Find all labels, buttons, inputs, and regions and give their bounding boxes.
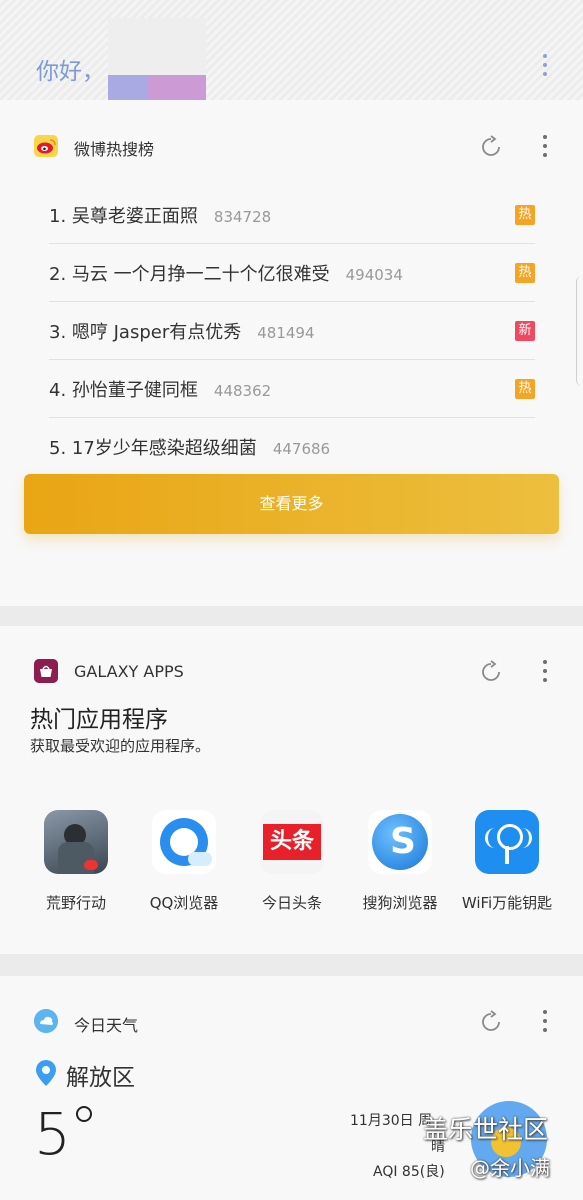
degree-symbol bbox=[76, 1106, 92, 1122]
weather-refresh-icon[interactable] bbox=[478, 1009, 504, 1035]
hot-search-count: 834728 bbox=[213, 208, 272, 226]
weibo-more-menu-icon[interactable] bbox=[541, 135, 549, 161]
popular-apps-subheading: 获取最受欢迎的应用程序。 bbox=[30, 737, 211, 755]
weather-logo-icon bbox=[34, 1009, 58, 1033]
location-pin-icon bbox=[36, 1060, 56, 1086]
hot-badge: 热 bbox=[515, 263, 535, 283]
app-sogou-browser[interactable]: S 搜狗浏览器 bbox=[350, 810, 450, 913]
temperature-value: 5 bbox=[34, 1100, 71, 1168]
new-badge: 新 bbox=[515, 321, 535, 341]
app-toutiao[interactable]: 头条 今日头条 bbox=[242, 810, 342, 913]
app-qq-browser[interactable]: QQ浏览器 bbox=[134, 810, 234, 913]
hot-search-item-3[interactable]: 3. 嗯哼 Jasper有点优秀 481494 新 bbox=[49, 301, 535, 360]
location-name[interactable]: 解放区 bbox=[66, 1058, 135, 1092]
header-more-menu-icon[interactable] bbox=[541, 54, 549, 80]
qq-browser-icon bbox=[152, 810, 216, 874]
galaxy-apps-logo-icon bbox=[34, 659, 58, 683]
hot-search-count: 447686 bbox=[272, 440, 331, 458]
hot-search-count: 481494 bbox=[257, 324, 315, 342]
galaxy-apps-refresh-icon[interactable] bbox=[478, 659, 504, 685]
app-knives-out[interactable]: 荒野行动 bbox=[26, 810, 126, 913]
knives-out-game-icon bbox=[44, 810, 108, 874]
toutiao-icon: 头条 bbox=[260, 810, 324, 874]
hot-badge: 热 bbox=[515, 379, 535, 399]
weather-card-title: 今日天气 bbox=[74, 1016, 139, 1035]
galaxy-apps-more-menu-icon[interactable] bbox=[541, 660, 549, 686]
weibo-logo-icon bbox=[34, 135, 58, 157]
greeting-text: 你好， bbox=[36, 59, 105, 85]
sogou-browser-icon: S bbox=[368, 810, 432, 874]
popular-apps-heading: 热门应用程序 bbox=[30, 707, 168, 733]
hot-badge: 热 bbox=[515, 205, 535, 225]
hot-search-count: 448362 bbox=[213, 382, 272, 400]
app-wifi-master-key[interactable]: WiFi万能钥匙 bbox=[457, 810, 557, 913]
see-more-button[interactable]: 查看更多 bbox=[24, 474, 559, 534]
hot-search-item-1[interactable]: 1. 吴尊老婆正面照 834728 热 bbox=[49, 185, 535, 244]
weibo-refresh-icon[interactable] bbox=[478, 134, 504, 160]
weather-date: 11月30日 周 bbox=[350, 1113, 433, 1129]
author-watermark: @余小满 bbox=[470, 1156, 550, 1180]
galaxy-apps-card-title: GALAXY APPS bbox=[74, 662, 184, 681]
hot-search-count: 494034 bbox=[345, 266, 403, 284]
weather-more-menu-icon[interactable] bbox=[541, 1010, 549, 1036]
wifi-master-key-icon bbox=[475, 810, 539, 874]
hot-search-item-5[interactable]: 5. 17岁少年感染超级细菌 447686 bbox=[49, 417, 535, 475]
hot-search-item-2[interactable]: 2. 马云 一个月挣一二十个亿很难受 494034 热 bbox=[49, 243, 535, 302]
community-watermark: 盖乐世社区 bbox=[423, 1115, 549, 1144]
hot-search-item-4[interactable]: 4. 孙怡董子健同框 448362 热 bbox=[49, 359, 535, 418]
edge-panel-handle[interactable] bbox=[576, 276, 583, 386]
header: 你好， bbox=[0, 0, 583, 117]
weibo-card-title: 微博热搜榜 bbox=[74, 140, 155, 159]
air-quality-index: AQI 85(良) bbox=[373, 1164, 445, 1180]
